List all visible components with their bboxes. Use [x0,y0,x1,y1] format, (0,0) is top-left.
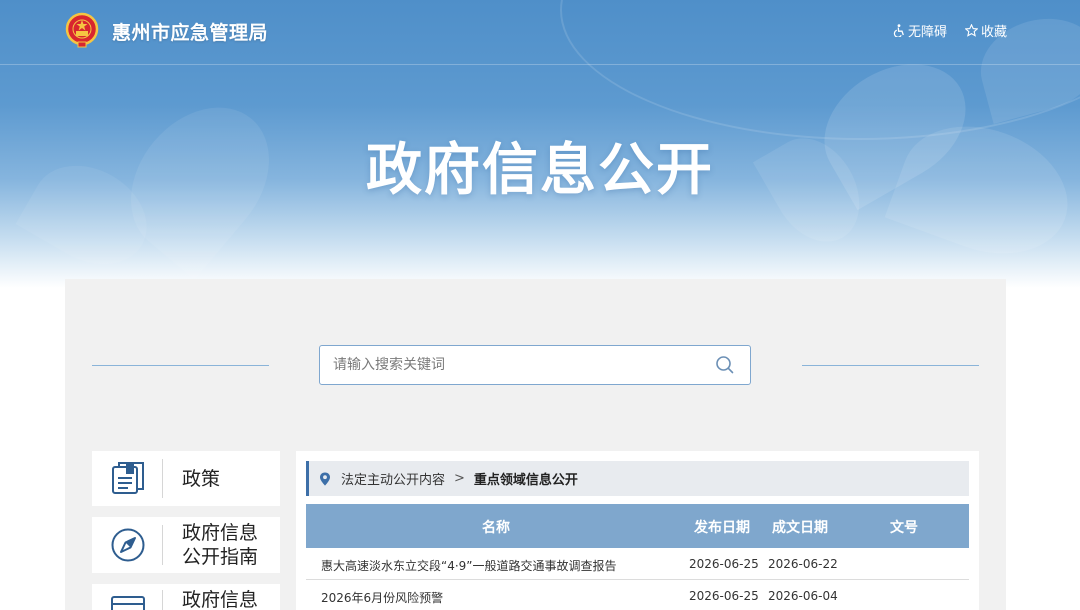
hero-title: 政府信息公开 [366,138,714,203]
site-name[interactable]: 惠州市应急管理局 [112,18,268,45]
sidebar-item-policy[interactable]: 政策 [92,451,280,506]
compass-icon [111,528,145,562]
row-document-date: 2026-06-04 [768,589,838,603]
favorite-button[interactable]: 收藏 [965,21,1007,40]
accessibility-label: 无障碍 [908,25,948,40]
decor-line-right [802,365,979,366]
breadcrumb-parent-link[interactable]: 法定主动公开内容 [341,469,445,488]
accessibility-button[interactable]: 无障碍 [893,21,947,40]
favorite-label: 收藏 [981,25,1008,40]
row-document-date: 2026-06-22 [768,557,838,571]
row-title-link[interactable]: 2026年6月份风险预警 [321,589,443,606]
search-icon[interactable] [714,354,736,376]
row-published-date: 2026-06-25 [689,589,759,603]
row-title-link[interactable]: 惠大高速淡水东立交段“4·9”一般道路交通事故调查报告 [321,557,617,574]
search-input[interactable] [319,345,751,385]
row-published-date: 2026-06-25 [689,557,759,571]
document-list-icon [111,596,145,610]
book-icon [112,462,144,494]
sidebar-item-label: 政府信息 [182,589,259,610]
sidebar-separator [162,525,163,565]
column-header-published: 发布日期 [694,520,750,536]
decor-line-left [92,365,269,366]
column-header-document-date: 成文日期 [772,520,828,536]
breadcrumb-current[interactable]: 重点领域信息公开 [474,469,578,488]
location-pin-icon [320,472,330,485]
header-divider [0,64,1080,65]
chevron-right-icon: > [454,471,465,486]
sidebar-item-guide[interactable]: 政府信息 公开指南 [92,517,280,573]
sidebar-separator [162,590,163,610]
sidebar-item-info[interactable]: 政府信息 [92,584,280,610]
star-icon [965,24,978,37]
wheelchair-icon [893,24,904,37]
breadcrumb: 法定主动公开内容 > 重点领域信息公开 [306,461,969,496]
column-header-doc-number: 文号 [890,520,918,536]
table-row[interactable]: 2026年6月份风险预警 2026-06-25 2026-06-04 [306,580,969,610]
sidebar-separator [162,459,163,498]
column-header-name: 名称 [482,520,510,536]
national-emblem-icon[interactable] [65,12,99,48]
sidebar-item-label: 政策 [182,468,221,490]
table-header: 名称 发布日期 成文日期 文号 [306,504,969,548]
table-row[interactable]: 惠大高速淡水东立交段“4·9”一般道路交通事故调查报告 2026-06-25 2… [306,548,969,580]
sidebar-item-label: 政府信息 公开指南 [182,522,259,568]
